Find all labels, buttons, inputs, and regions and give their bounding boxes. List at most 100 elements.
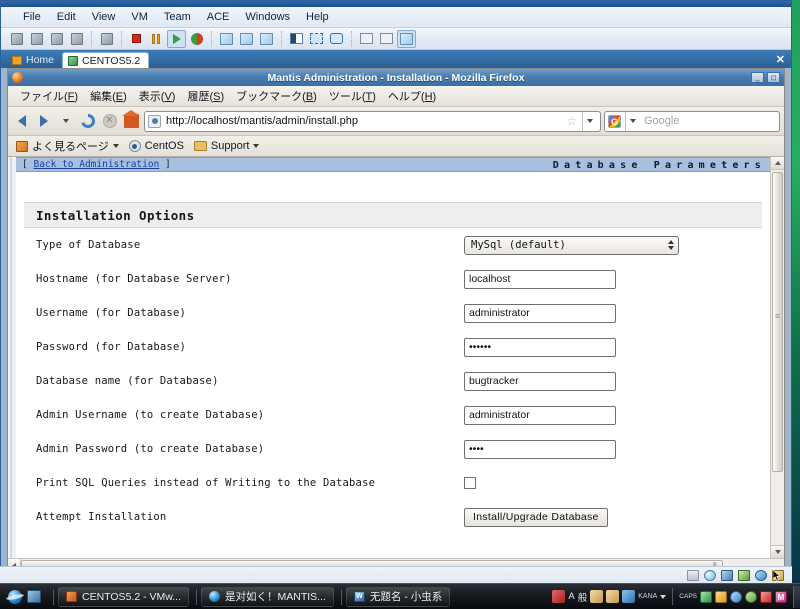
floppy-icon[interactable] (721, 569, 733, 581)
menu-file[interactable]: File (15, 9, 49, 25)
browser-content: [ Back to Administration ] Database Para… (8, 157, 784, 558)
internet-explorer-icon[interactable] (8, 589, 22, 604)
menu-help[interactable]: Help (298, 9, 337, 25)
network-adapter-icon[interactable] (738, 569, 750, 581)
db-password-input[interactable] (464, 337, 616, 357)
cd-dvd-icon[interactable] (704, 569, 716, 581)
address-bar[interactable]: http://localhost/mantis/admin/install.ph… (144, 110, 601, 132)
power-on-this-vm-icon[interactable] (47, 30, 66, 48)
power-on-icon[interactable] (167, 29, 186, 48)
menu-help[interactable]: ヘルプ(H) (382, 86, 442, 106)
ime-mode-b[interactable]: 般 (578, 590, 588, 604)
menu-file[interactable]: ファイル(F) (14, 86, 84, 106)
menu-windows[interactable]: Windows (237, 9, 298, 25)
scroll-down-button[interactable] (771, 545, 784, 558)
new-team-icon[interactable] (27, 30, 46, 48)
menu-ace[interactable]: ACE (199, 9, 238, 25)
menu-edit[interactable]: Edit (49, 9, 84, 25)
show-desktop-button[interactable] (793, 585, 800, 608)
full-screen-icon[interactable] (307, 30, 326, 48)
bookmark-centos[interactable]: CentOS (128, 140, 184, 152)
ime-toolbar[interactable]: A 般 KANA (552, 590, 667, 604)
address-dropdown-icon[interactable] (582, 111, 597, 131)
stop-button[interactable]: ✕ (100, 111, 119, 131)
network-icon[interactable] (730, 590, 742, 603)
safely-remove-hardware-icon[interactable] (700, 590, 712, 603)
revert-snapshot-icon[interactable] (237, 30, 256, 48)
scroll-up-button[interactable] (771, 157, 784, 170)
console-view-icon[interactable] (377, 30, 396, 48)
vertical-scroll-track[interactable] (771, 170, 784, 545)
volume-icon[interactable] (715, 590, 727, 603)
vm-settings-icon[interactable] (67, 30, 86, 48)
home-button[interactable] (122, 110, 141, 131)
db-username-input[interactable] (464, 303, 616, 323)
snapshot-manager-icon[interactable] (257, 30, 276, 48)
bookmark-most-visited[interactable]: よく見るページ (16, 138, 119, 154)
ime-mode-icon[interactable] (552, 590, 566, 603)
power-off-icon[interactable] (127, 30, 146, 48)
minimize-button[interactable]: _ (751, 72, 764, 83)
update-icon[interactable] (760, 590, 772, 603)
vertical-scroll-thumb[interactable] (772, 172, 783, 472)
menu-edit[interactable]: 編集(E) (84, 86, 133, 106)
search-input[interactable]: Google (644, 115, 776, 127)
fit-guest-icon[interactable] (397, 29, 416, 48)
quick-launch-bar (0, 589, 49, 604)
bookmark-star-icon[interactable]: ☆ (566, 114, 577, 128)
taskbar-item-mantis[interactable]: 是对如く！MANTIS... (201, 586, 334, 607)
new-virtual-machine-icon[interactable] (7, 30, 26, 48)
menu-view[interactable]: 表示(V) (133, 86, 182, 106)
print-sql-queries-checkbox[interactable] (464, 477, 476, 489)
back-to-administration-link[interactable]: Back to Administration (33, 159, 159, 170)
maximize-button[interactable]: □ (767, 72, 780, 83)
menu-tools[interactable]: ツール(T) (323, 86, 382, 106)
ime-mode-a[interactable]: A (568, 591, 574, 602)
summary-view-icon[interactable] (97, 30, 116, 48)
vmware-tab-home[interactable]: Home (7, 52, 62, 68)
search-bar[interactable]: G Google (604, 110, 780, 132)
bookmark-support[interactable]: Support (193, 140, 260, 152)
ime-help-icon[interactable] (622, 590, 636, 603)
unity-icon[interactable] (357, 30, 376, 48)
search-engine-dropdown-icon[interactable] (625, 111, 640, 131)
ime-pad-icon[interactable] (606, 590, 620, 603)
menu-history[interactable]: 履歴(S) (181, 86, 230, 106)
reset-icon[interactable] (187, 30, 206, 48)
vmware-tab-label: Home (26, 54, 55, 66)
suspend-icon[interactable] (147, 30, 166, 48)
firefox-title-bar: Mantis Administration - Installation - M… (8, 69, 784, 86)
admin-password-input[interactable] (464, 439, 616, 459)
menu-vm[interactable]: VM (123, 9, 156, 25)
chevron-down-icon[interactable] (660, 594, 667, 599)
hard-disk-icon[interactable] (687, 569, 699, 581)
ime-dictionary-icon[interactable] (590, 590, 604, 603)
vm-console-stage[interactable]: Mantis Administration - Installation - M… (1, 68, 791, 584)
show-sidebar-icon[interactable] (287, 30, 306, 48)
page-vertical-scrollbar[interactable] (770, 157, 784, 558)
database-name-input[interactable] (464, 371, 616, 391)
menu-team[interactable]: Team (156, 9, 199, 25)
menu-view[interactable]: View (84, 9, 124, 25)
ime-kana-label: KANA (638, 593, 658, 600)
back-button[interactable] (12, 111, 31, 131)
taskbar-item-vmware[interactable]: CENTOS5.2 - VMw... (58, 586, 189, 607)
install-upgrade-database-button[interactable]: Install/Upgrade Database (464, 508, 608, 527)
admin-username-input[interactable] (464, 405, 616, 425)
chevron-updown-icon (666, 240, 675, 250)
hostname-input[interactable] (464, 269, 616, 289)
snapshot-icon[interactable] (217, 30, 236, 48)
close-tab-icon[interactable]: ✕ (776, 55, 785, 66)
antivirus-icon[interactable] (745, 590, 757, 603)
chevron-down-icon[interactable] (56, 111, 75, 131)
quick-switch-icon[interactable] (327, 30, 346, 48)
menu-bookmarks[interactable]: ブックマーク(B) (230, 86, 323, 106)
vmware-tab-centos52[interactable]: CENTOS5.2 (62, 52, 150, 68)
reload-button[interactable] (78, 111, 97, 131)
show-desktop-icon[interactable] (27, 590, 41, 603)
type-of-database-select[interactable]: MySql (default) (464, 235, 679, 255)
taskbar-item-document[interactable]: W 无题名 - 小虫系 (345, 586, 451, 607)
messenger-icon[interactable]: M (775, 590, 787, 603)
sound-card-icon[interactable] (755, 569, 767, 581)
forward-button[interactable] (34, 111, 53, 131)
